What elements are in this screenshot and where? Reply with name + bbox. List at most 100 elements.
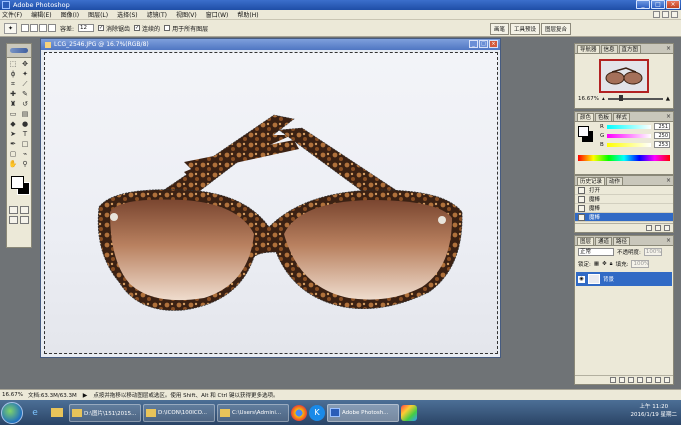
stamp-tool-icon[interactable]: ♜ (8, 100, 19, 109)
lock-position-icon[interactable]: ✥ (602, 261, 607, 267)
new-group-icon[interactable] (646, 377, 652, 383)
well-tab-brushes[interactable]: 画笔 (489, 23, 509, 35)
add-selection-icon[interactable] (30, 24, 38, 32)
gradient-tool-icon[interactable]: ▤ (20, 110, 31, 119)
close-button[interactable]: × (666, 0, 680, 9)
new-selection-icon[interactable] (21, 24, 29, 32)
tab-color[interactable]: 颜色 (577, 113, 595, 121)
history-item-selected[interactable]: 魔棒 (575, 213, 673, 222)
brush-tool-icon[interactable]: ✎ (20, 90, 31, 99)
lock-all-icon[interactable]: 🔒︎ (610, 261, 613, 268)
lock-transparency-icon[interactable]: ▦ (594, 261, 599, 267)
menu-view[interactable]: 视图(V) (176, 10, 197, 19)
image-canvas[interactable] (44, 52, 498, 354)
subtract-selection-icon[interactable] (39, 24, 47, 32)
panel-close-icon[interactable]: × (666, 237, 671, 244)
tab-channels[interactable]: 通道 (595, 237, 613, 245)
blue-value[interactable]: 253 (654, 141, 670, 148)
magic-wand-tool-icon[interactable]: ✦ (4, 22, 17, 34)
status-zoom[interactable]: 16.67% (2, 392, 23, 398)
start-button[interactable] (1, 401, 23, 424)
color-spectrum-bar[interactable] (578, 155, 670, 161)
hand-tool-icon[interactable]: ✋ (8, 160, 19, 169)
app-k-icon[interactable]: K (309, 404, 325, 421)
tab-styles[interactable]: 样式 (613, 113, 631, 121)
shape-tool-icon[interactable]: □ (20, 140, 31, 149)
chrome-icon[interactable] (291, 404, 307, 421)
tab-navigator[interactable]: 导航器 (577, 45, 600, 53)
taskbar-folder-1[interactable]: D:\图片\151\2015... (69, 403, 141, 422)
blur-tool-icon[interactable]: ◆ (8, 120, 19, 129)
panel-close-icon[interactable]: × (666, 113, 671, 120)
new-snapshot-icon[interactable] (655, 225, 661, 231)
blend-mode-select[interactable]: 正常 (578, 248, 614, 256)
path-select-icon[interactable]: ➤ (8, 130, 19, 139)
menu-select[interactable]: 选择(S) (117, 10, 138, 19)
dodge-tool-icon[interactable]: ● (20, 120, 31, 129)
screen-mode-icon[interactable] (9, 216, 18, 224)
document-title-bar[interactable]: LCG_2546.JPG @ 16.7%(RGB/8) (41, 39, 500, 50)
foreground-color-swatch[interactable] (11, 176, 24, 189)
taskbar-photoshop[interactable]: Adobe Photosh... (327, 403, 399, 422)
doc-window-maximize-button[interactable]: □ (479, 40, 488, 48)
doc-window-close-button[interactable]: × (489, 40, 498, 48)
layer-mask-icon[interactable] (628, 377, 634, 383)
doc-close-button[interactable] (671, 11, 678, 18)
history-item[interactable]: 魔棒 (575, 204, 673, 213)
app-colorful-icon[interactable] (401, 404, 417, 421)
file-explorer-icon[interactable] (47, 404, 67, 422)
history-item[interactable]: 打开 (575, 186, 673, 195)
contiguous-checkbox[interactable]: ✓ 连续的 (134, 24, 160, 33)
new-document-from-state-icon[interactable] (646, 225, 652, 231)
system-tray-clock[interactable]: 上午 11:20 2016/1/19 星期二 (631, 403, 677, 419)
intersect-selection-icon[interactable] (48, 24, 56, 32)
menu-help[interactable]: 帮助(H) (237, 10, 258, 19)
status-menu-arrow-icon[interactable]: ▶ (83, 392, 88, 399)
menu-edit[interactable]: 编辑(E) (31, 10, 51, 19)
notes-tool-icon[interactable]: ▢ (8, 150, 19, 159)
zoom-tool-icon[interactable]: ⚲ (20, 160, 31, 169)
navigator-zoom-value[interactable]: 16.67% (578, 96, 599, 102)
panel-close-icon[interactable]: × (666, 177, 671, 184)
standard-mode-icon[interactable] (9, 206, 18, 214)
tab-histogram[interactable]: 直方图 (618, 45, 642, 53)
tab-history[interactable]: 历史记录 (577, 177, 606, 185)
blue-slider[interactable] (606, 142, 651, 147)
move-tool-icon[interactable]: ✥ (20, 60, 31, 69)
layer-style-icon[interactable] (619, 377, 625, 383)
red-value[interactable]: 251 (654, 123, 670, 130)
taskbar-folder-3[interactable]: C:\Users\Admini... (217, 403, 289, 422)
doc-window-minimize-button[interactable]: _ (469, 40, 478, 48)
navigator-thumbnail[interactable] (599, 59, 649, 93)
tab-paths[interactable]: 路径 (613, 237, 631, 245)
maximize-button[interactable]: □ (651, 0, 665, 9)
tab-swatches[interactable]: 色板 (595, 113, 613, 121)
panel-close-icon[interactable]: × (666, 45, 671, 52)
healing-tool-icon[interactable]: ✚ (8, 90, 19, 99)
adjustment-layer-icon[interactable] (637, 377, 643, 383)
all-layers-checkbox[interactable]: 用于所有图层 (164, 24, 208, 33)
menu-image[interactable]: 图像(I) (61, 10, 79, 19)
color-panel-fg-swatch[interactable] (578, 126, 589, 137)
link-layers-icon[interactable] (610, 377, 616, 383)
minimize-button[interactable]: _ (636, 0, 650, 9)
history-item[interactable]: 魔棒 (575, 195, 673, 204)
menu-window[interactable]: 窗口(W) (206, 10, 229, 19)
menu-file[interactable]: 文件(F) (2, 10, 22, 19)
eye-icon[interactable]: ◉ (578, 275, 585, 283)
tab-info[interactable]: 信息 (600, 45, 618, 53)
menu-layer[interactable]: 图层(L) (88, 10, 108, 19)
menu-filter[interactable]: 滤镜(T) (147, 10, 167, 19)
jump-to-imageready-icon[interactable] (20, 216, 29, 224)
type-tool-icon[interactable]: T (20, 130, 31, 139)
layer-row-background[interactable]: ◉ 背景 (576, 272, 672, 286)
pen-tool-icon[interactable]: ✒ (8, 140, 19, 149)
zoom-slider[interactable] (607, 95, 663, 101)
well-tab-layer-comps[interactable]: 图层复合 (540, 23, 571, 35)
tab-actions[interactable]: 动作 (606, 177, 624, 185)
zoom-out-icon[interactable]: ▴ (602, 96, 605, 102)
doc-minimize-button[interactable] (653, 11, 660, 18)
lasso-tool-icon[interactable]: ϕ (8, 70, 19, 79)
magic-wand-icon[interactable]: ✦ (20, 70, 31, 79)
crop-tool-icon[interactable]: ⌗ (8, 80, 19, 89)
